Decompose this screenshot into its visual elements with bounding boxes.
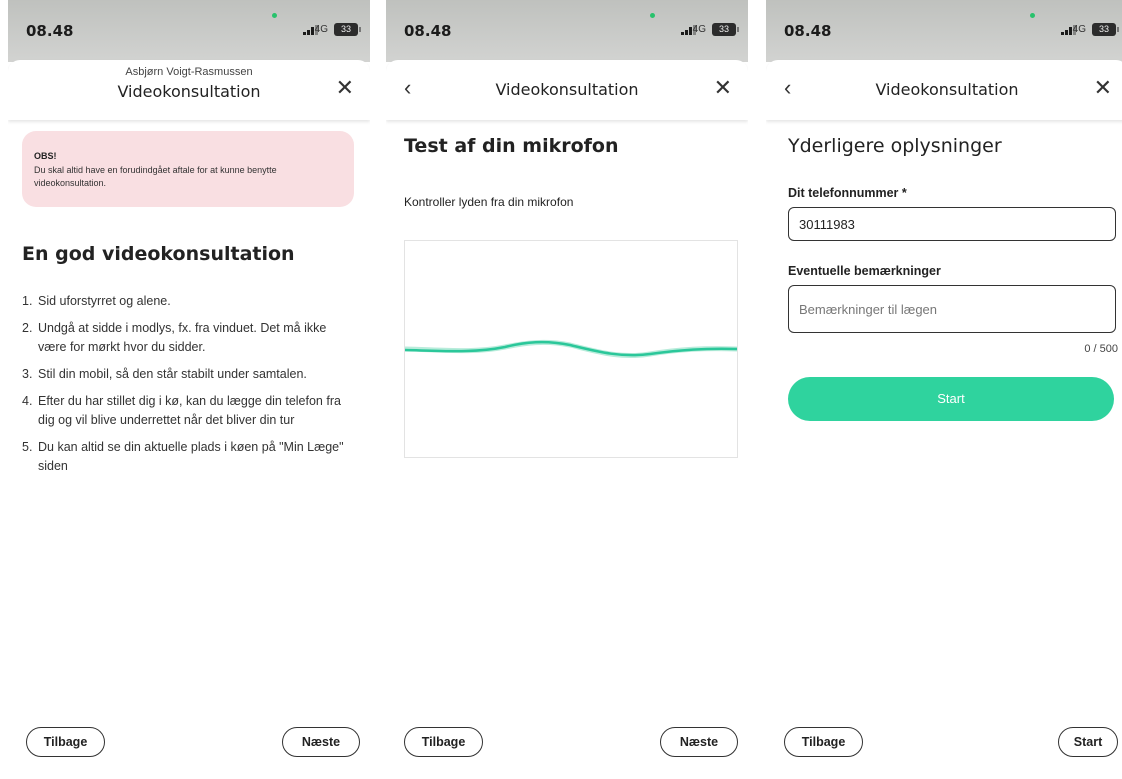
page-title: Test af din mikrofon xyxy=(404,135,619,157)
page-title: En god videokonsultation xyxy=(22,243,295,265)
status-time: 08.48 xyxy=(404,22,452,40)
start-button[interactable]: Start xyxy=(1058,727,1118,757)
status-bar: 08.48 4G 33 xyxy=(766,0,1122,62)
network-type: 4G xyxy=(692,24,706,35)
header-title: Videokonsultation xyxy=(875,80,1019,99)
back-button[interactable]: Tilbage xyxy=(26,727,105,757)
start-button-primary[interactable]: Start xyxy=(788,377,1114,421)
network-type: 4G xyxy=(1072,24,1086,35)
modal-header: ‹ Videokonsultation ✕ xyxy=(766,60,1122,120)
back-button[interactable]: Tilbage xyxy=(784,727,863,757)
remarks-placeholder: Bemærkninger til lægen xyxy=(799,302,938,317)
next-button[interactable]: Næste xyxy=(282,727,360,757)
status-time: 08.48 xyxy=(784,22,832,40)
next-button[interactable]: Næste xyxy=(660,727,738,757)
battery-icon: 33 xyxy=(334,23,361,36)
screen-intro: 08.48 4G 33 Asbjørn Voigt-Rasmussen Vide… xyxy=(8,0,370,779)
battery-icon: 33 xyxy=(712,23,739,36)
modal-header: ‹ Videokonsultation ✕ xyxy=(386,60,748,120)
remarks-label: Eventuelle bemærkninger xyxy=(788,264,941,278)
close-icon[interactable]: ✕ xyxy=(336,76,354,100)
status-bar: 08.48 4G 33 xyxy=(386,0,748,62)
obs-text: Du skal altid have en forudindgået aftal… xyxy=(34,165,277,188)
mic-indicator-dot xyxy=(650,13,655,18)
phone-label: Dit telefonnummer * xyxy=(788,186,907,200)
list-item: 5. Du kan altid se din aktuelle plads i k… xyxy=(22,440,344,473)
page-title: Yderligere oplysninger xyxy=(788,135,1002,157)
list-item: 4. Efter du har stillet dig i kø, kan du … xyxy=(22,394,341,427)
back-button[interactable]: Tilbage xyxy=(404,727,483,757)
phone-field[interactable]: 30111983 xyxy=(788,207,1116,241)
waveform-icon xyxy=(404,339,738,359)
header-title: Videokonsultation xyxy=(495,80,639,99)
phone-value: 30111983 xyxy=(799,217,855,232)
mic-indicator-dot xyxy=(1030,13,1035,18)
list-item: 1. Sid uforstyrret og alene. xyxy=(22,294,171,308)
obs-title: OBS! xyxy=(34,151,57,161)
remarks-field[interactable]: Bemærkninger til lægen xyxy=(788,285,1116,333)
obs-notice: OBS! Du skal altid have en forudindgået … xyxy=(22,131,354,207)
screen-mic-test: 08.48 4G 33 ‹ Videokonsultation ✕ Test a… xyxy=(386,0,748,779)
network-type: 4G xyxy=(314,24,328,35)
tips-list: 1. Sid uforstyrret og alene. 2. Undgå at s… xyxy=(22,292,357,484)
close-icon[interactable]: ✕ xyxy=(1094,76,1112,100)
mic-indicator-dot xyxy=(272,13,277,18)
mic-instruction: Kontroller lyden fra din mikrofon xyxy=(404,195,574,209)
list-item: 2. Undgå at sidde i modlys, fx. fra vindu… xyxy=(22,321,327,354)
status-bar: 08.48 4G 33 xyxy=(8,0,370,62)
close-icon[interactable]: ✕ xyxy=(714,76,732,100)
header-subtitle: Asbjørn Voigt-Rasmussen xyxy=(125,66,253,78)
header-title: Videokonsultation xyxy=(117,82,261,101)
battery-icon: 33 xyxy=(1092,23,1119,36)
char-counter: 0 / 500 xyxy=(1084,343,1118,355)
list-item: 3. Stil din mobil, så den står stabilt un… xyxy=(22,367,307,381)
status-time: 08.48 xyxy=(26,22,74,40)
modal-header: Asbjørn Voigt-Rasmussen Videokonsultatio… xyxy=(8,60,370,120)
screen-details: 08.48 4G 33 ‹ Videokonsultation ✕ Yderli… xyxy=(766,0,1122,779)
mic-waveform-panel xyxy=(404,240,738,458)
